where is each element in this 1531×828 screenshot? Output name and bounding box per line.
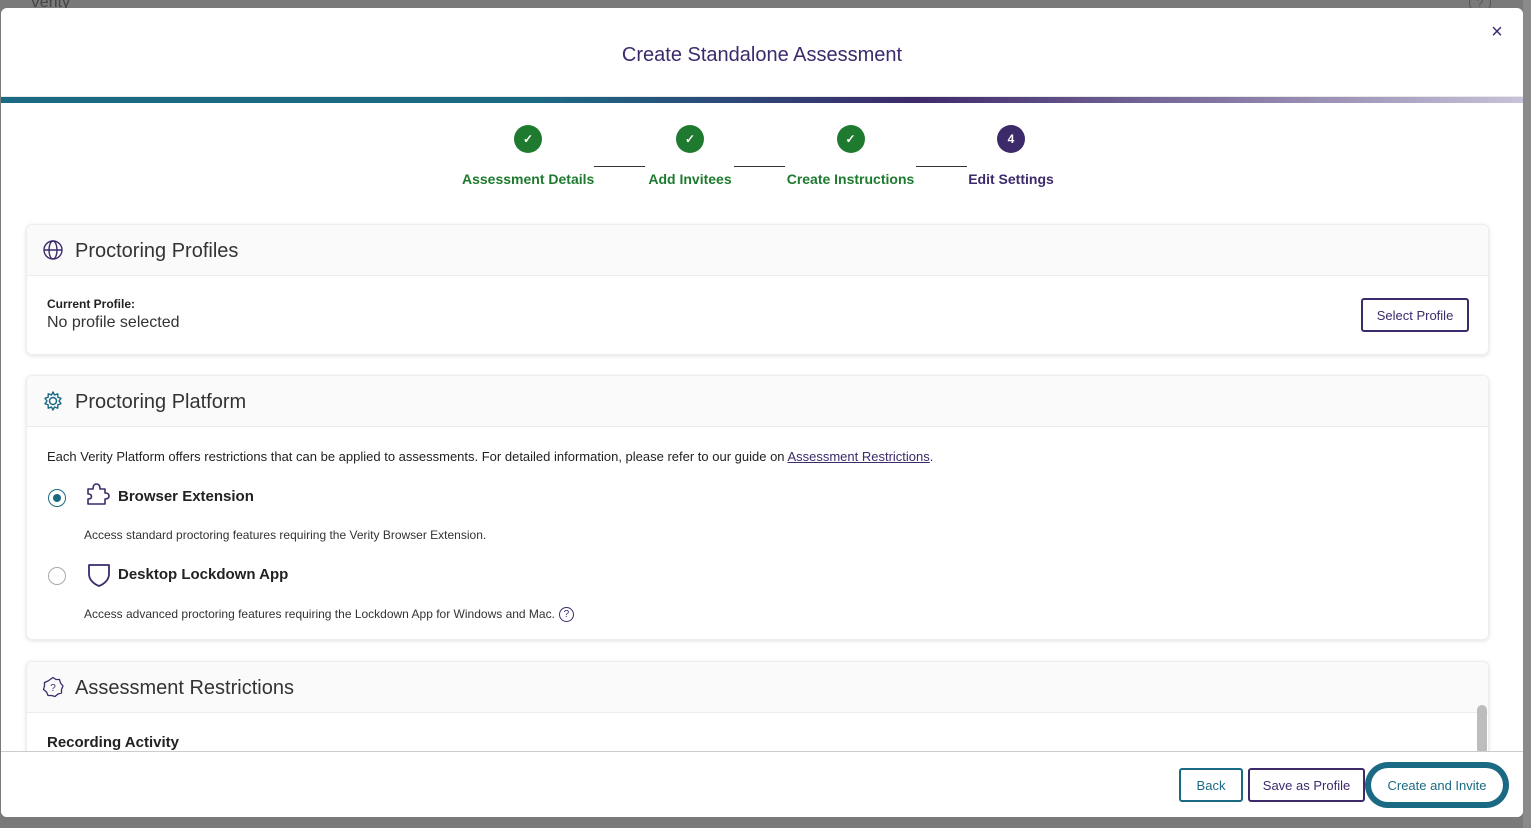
question-badge-icon: ?	[42, 676, 64, 698]
save-as-profile-button[interactable]: Save as Profile	[1248, 768, 1365, 802]
assessment-restrictions-card: ? Assessment Restrictions Recording Acti…	[26, 661, 1489, 751]
create-and-invite-button[interactable]: Create and Invite	[1371, 768, 1503, 802]
step-label: Create Instructions	[786, 171, 915, 187]
puzzle-piece-icon	[87, 483, 110, 505]
current-profile-value: No profile selected	[47, 314, 180, 331]
modal-body[interactable]: ✓ Assessment Details ✓ Add Invitees ✓ Cr…	[1, 103, 1523, 751]
desktop-lockdown-text: Access advanced proctoring features requ…	[84, 607, 555, 621]
current-profile-label: Current Profile:	[47, 297, 136, 311]
create-assessment-modal: Create Standalone Assessment × ✓ Assessm…	[1, 8, 1523, 817]
modal-header: Create Standalone Assessment ×	[1, 8, 1523, 97]
check-icon: ✓	[676, 125, 704, 153]
browser-extension-title: Browser Extension	[118, 488, 254, 505]
recording-activity-heading: Recording Activity	[47, 734, 179, 751]
modal-scrollbar-thumb[interactable]	[1477, 705, 1487, 755]
step-label: Add Invitees	[648, 171, 732, 187]
close-icon[interactable]: ×	[1487, 22, 1507, 42]
back-button[interactable]: Back	[1179, 768, 1243, 802]
svg-text:?: ?	[50, 683, 56, 694]
platform-description: Each Verity Platform offers restrictions…	[47, 449, 933, 464]
card-title: Proctoring Platform	[75, 391, 247, 413]
progress-stepper: ✓ Assessment Details ✓ Add Invitees ✓ Cr…	[1, 103, 1523, 213]
card-title: Proctoring Profiles	[75, 240, 239, 262]
desktop-lockdown-title: Desktop Lockdown App	[118, 566, 289, 583]
check-icon: ✓	[836, 125, 865, 153]
step-add-invitees[interactable]: ✓ Add Invitees	[645, 125, 735, 187]
card-title: Assessment Restrictions	[75, 677, 294, 699]
proctoring-platform-card: Proctoring Platform Each Verity Platform…	[26, 375, 1489, 640]
step-assessment-details[interactable]: ✓ Assessment Details	[462, 125, 594, 187]
step-connector	[734, 166, 785, 167]
step-connector	[916, 166, 967, 167]
modal-footer: Back Save as Profile Create and Invite	[1, 751, 1523, 817]
check-icon: ✓	[514, 125, 542, 153]
globe-icon	[43, 240, 63, 260]
card-header: Proctoring Platform	[27, 376, 1488, 427]
description-suffix: .	[929, 449, 934, 464]
step-create-instructions[interactable]: ✓ Create Instructions	[785, 125, 916, 187]
card-header: Proctoring Profiles	[27, 225, 1488, 276]
browser-extension-radio[interactable]	[48, 489, 66, 507]
gear-icon	[44, 391, 62, 411]
browser-extension-description: Access standard proctoring features requ…	[84, 528, 487, 542]
desktop-lockdown-radio[interactable]	[48, 567, 66, 585]
desktop-lockdown-description: Access advanced proctoring features requ…	[84, 607, 574, 623]
description-text: Each Verity Platform offers restrictions…	[47, 449, 788, 464]
step-label: Assessment Details	[462, 171, 595, 187]
step-label: Edit Settings	[968, 171, 1054, 187]
step-edit-settings[interactable]: 4 Edit Settings	[967, 125, 1055, 187]
question-circle-icon[interactable]: ?	[558, 607, 574, 623]
step-connector	[594, 166, 645, 167]
page-scrollbar	[1523, 0, 1531, 828]
create-and-invite-focus-ring: Create and Invite	[1365, 762, 1509, 808]
modal-title: Create Standalone Assessment	[621, 44, 903, 66]
assessment-restrictions-link[interactable]: Assessment Restrictions	[787, 449, 929, 464]
select-profile-button[interactable]: Select Profile	[1361, 298, 1469, 332]
proctoring-profiles-card: Proctoring Profiles Current Profile: No …	[26, 224, 1489, 355]
shield-icon	[88, 564, 110, 587]
step-number-badge: 4	[997, 125, 1025, 153]
card-header: ? Assessment Restrictions	[27, 662, 1488, 713]
